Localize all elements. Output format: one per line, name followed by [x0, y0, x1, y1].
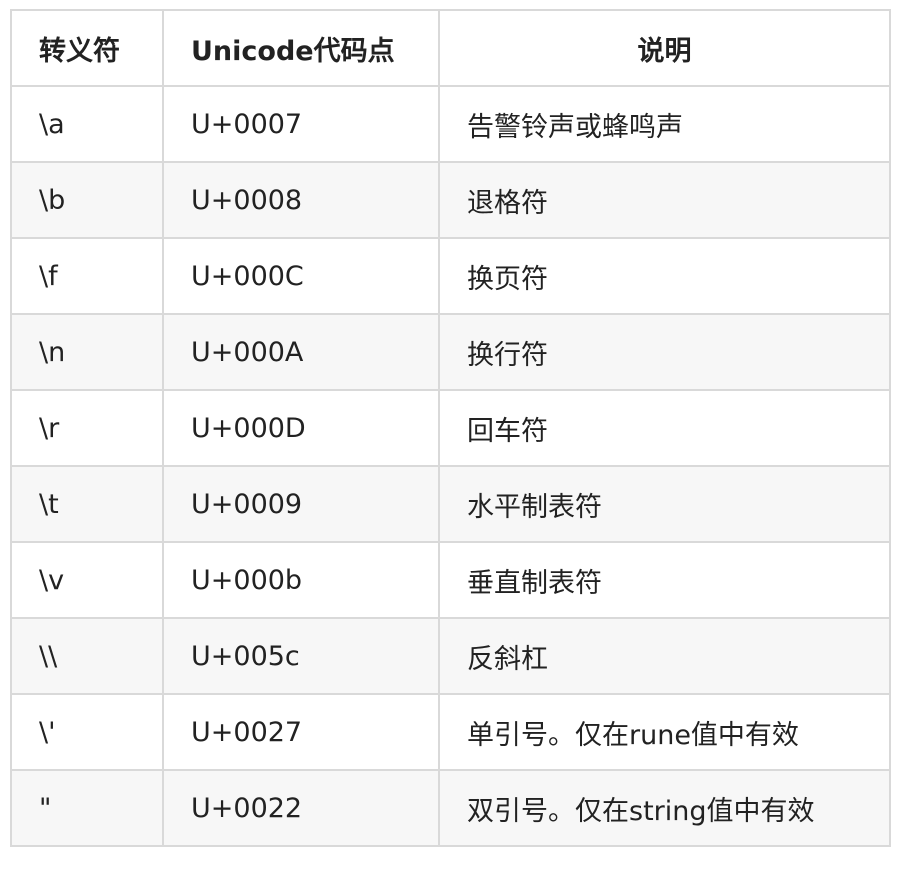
cell-escape: \\: [10, 617, 164, 695]
header-escape: 转义符: [10, 9, 164, 87]
cell-escape: ": [10, 769, 164, 847]
escape-sequence-table: 转义符 Unicode代码点 说明 \a U+0007 告警铃声或蜂鸣声 \b …: [10, 9, 891, 847]
table-row: " U+0022 双引号。仅在string值中有效: [10, 769, 891, 847]
cell-description: 双引号。仅在string值中有效: [438, 769, 891, 847]
cell-escape: \': [10, 693, 164, 771]
cell-codepoint: U+0027: [162, 693, 440, 771]
table-body: \a U+0007 告警铃声或蜂鸣声 \b U+0008 退格符 \f U+00…: [10, 85, 891, 847]
cell-codepoint: U+000C: [162, 237, 440, 315]
cell-description: 告警铃声或蜂鸣声: [438, 85, 891, 163]
cell-description: 退格符: [438, 161, 891, 239]
cell-description: 换行符: [438, 313, 891, 391]
cell-codepoint: U+0009: [162, 465, 440, 543]
cell-escape: \r: [10, 389, 164, 467]
cell-escape: \n: [10, 313, 164, 391]
cell-codepoint: U+0008: [162, 161, 440, 239]
escape-sequence-table-container: 转义符 Unicode代码点 说明 \a U+0007 告警铃声或蜂鸣声 \b …: [10, 9, 891, 847]
table-row: \f U+000C 换页符: [10, 237, 891, 315]
table-row: \t U+0009 水平制表符: [10, 465, 891, 543]
cell-codepoint: U+005c: [162, 617, 440, 695]
table-row: \n U+000A 换行符: [10, 313, 891, 391]
header-description: 说明: [438, 9, 891, 87]
cell-codepoint: U+000b: [162, 541, 440, 619]
cell-escape: \a: [10, 85, 164, 163]
table-row: \r U+000D 回车符: [10, 389, 891, 467]
table-row: \a U+0007 告警铃声或蜂鸣声: [10, 85, 891, 163]
cell-description: 回车符: [438, 389, 891, 467]
header-codepoint: Unicode代码点: [162, 9, 440, 87]
cell-escape: \f: [10, 237, 164, 315]
header-row: 转义符 Unicode代码点 说明: [10, 9, 891, 87]
cell-description: 换页符: [438, 237, 891, 315]
cell-escape: \v: [10, 541, 164, 619]
cell-description: 单引号。仅在rune值中有效: [438, 693, 891, 771]
table-row: \b U+0008 退格符: [10, 161, 891, 239]
cell-codepoint: U+0022: [162, 769, 440, 847]
cell-codepoint: U+000A: [162, 313, 440, 391]
table-header: 转义符 Unicode代码点 说明: [10, 9, 891, 87]
cell-codepoint: U+000D: [162, 389, 440, 467]
table-row: \' U+0027 单引号。仅在rune值中有效: [10, 693, 891, 771]
cell-codepoint: U+0007: [162, 85, 440, 163]
cell-escape: \b: [10, 161, 164, 239]
cell-description: 水平制表符: [438, 465, 891, 543]
cell-description: 垂直制表符: [438, 541, 891, 619]
table-row: \\ U+005c 反斜杠: [10, 617, 891, 695]
table-row: \v U+000b 垂直制表符: [10, 541, 891, 619]
cell-escape: \t: [10, 465, 164, 543]
cell-description: 反斜杠: [438, 617, 891, 695]
